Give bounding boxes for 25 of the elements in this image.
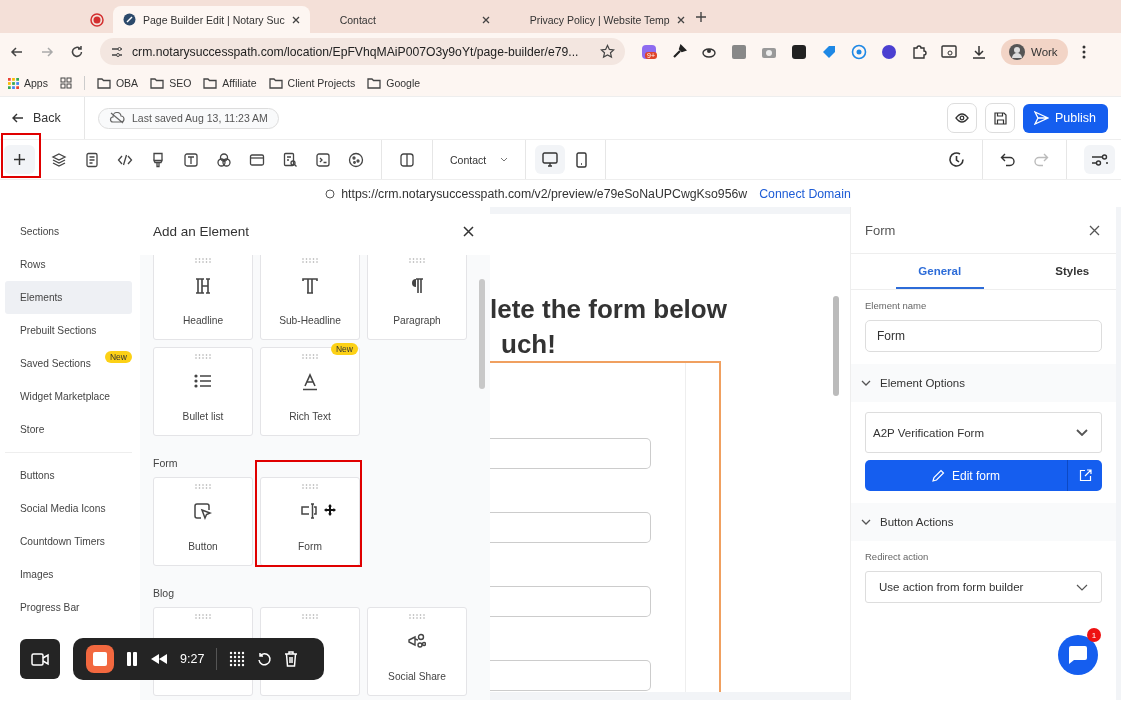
element-label: Paragraph xyxy=(393,315,441,326)
field-label: Redirect action xyxy=(865,551,930,562)
element-label: Sub-Headline xyxy=(279,315,341,326)
page-heading: uch! xyxy=(501,328,557,361)
element-label: Form xyxy=(298,541,322,552)
new-badge: New xyxy=(331,343,358,355)
last-saved-pill: Last saved Aug 13, 11:23 AM xyxy=(98,107,279,129)
element-label: Rich Text xyxy=(289,411,331,422)
element-label: Bullet list xyxy=(182,411,224,422)
page-heading: lete the form below xyxy=(490,293,728,326)
element-label: Headline xyxy=(182,315,224,326)
section-title: Element Options xyxy=(880,377,965,389)
element-label: Social Share xyxy=(388,671,446,682)
panel-title: Form xyxy=(865,222,896,238)
preview-url: https://crm.notarysuccesspath.com/v2/preview/e79eSoNaUPCwgKso956w xyxy=(341,186,748,201)
element-label: Button xyxy=(188,541,218,552)
section-heading: Blog xyxy=(153,587,175,599)
field-label: Element name xyxy=(865,300,928,311)
recording-time: 9:27 xyxy=(180,652,205,666)
panel-title: Add an Element xyxy=(153,223,250,239)
notification-badge: 1 xyxy=(1087,628,1101,642)
section-title: Button Actions xyxy=(880,516,954,528)
new-badge: New xyxy=(105,351,132,363)
section-heading: Form xyxy=(153,457,179,469)
address-text: crm.notarysuccesspath.com/location/EpFVhqMAiP007O3y9oYt/page-builder/e79... xyxy=(132,44,580,59)
